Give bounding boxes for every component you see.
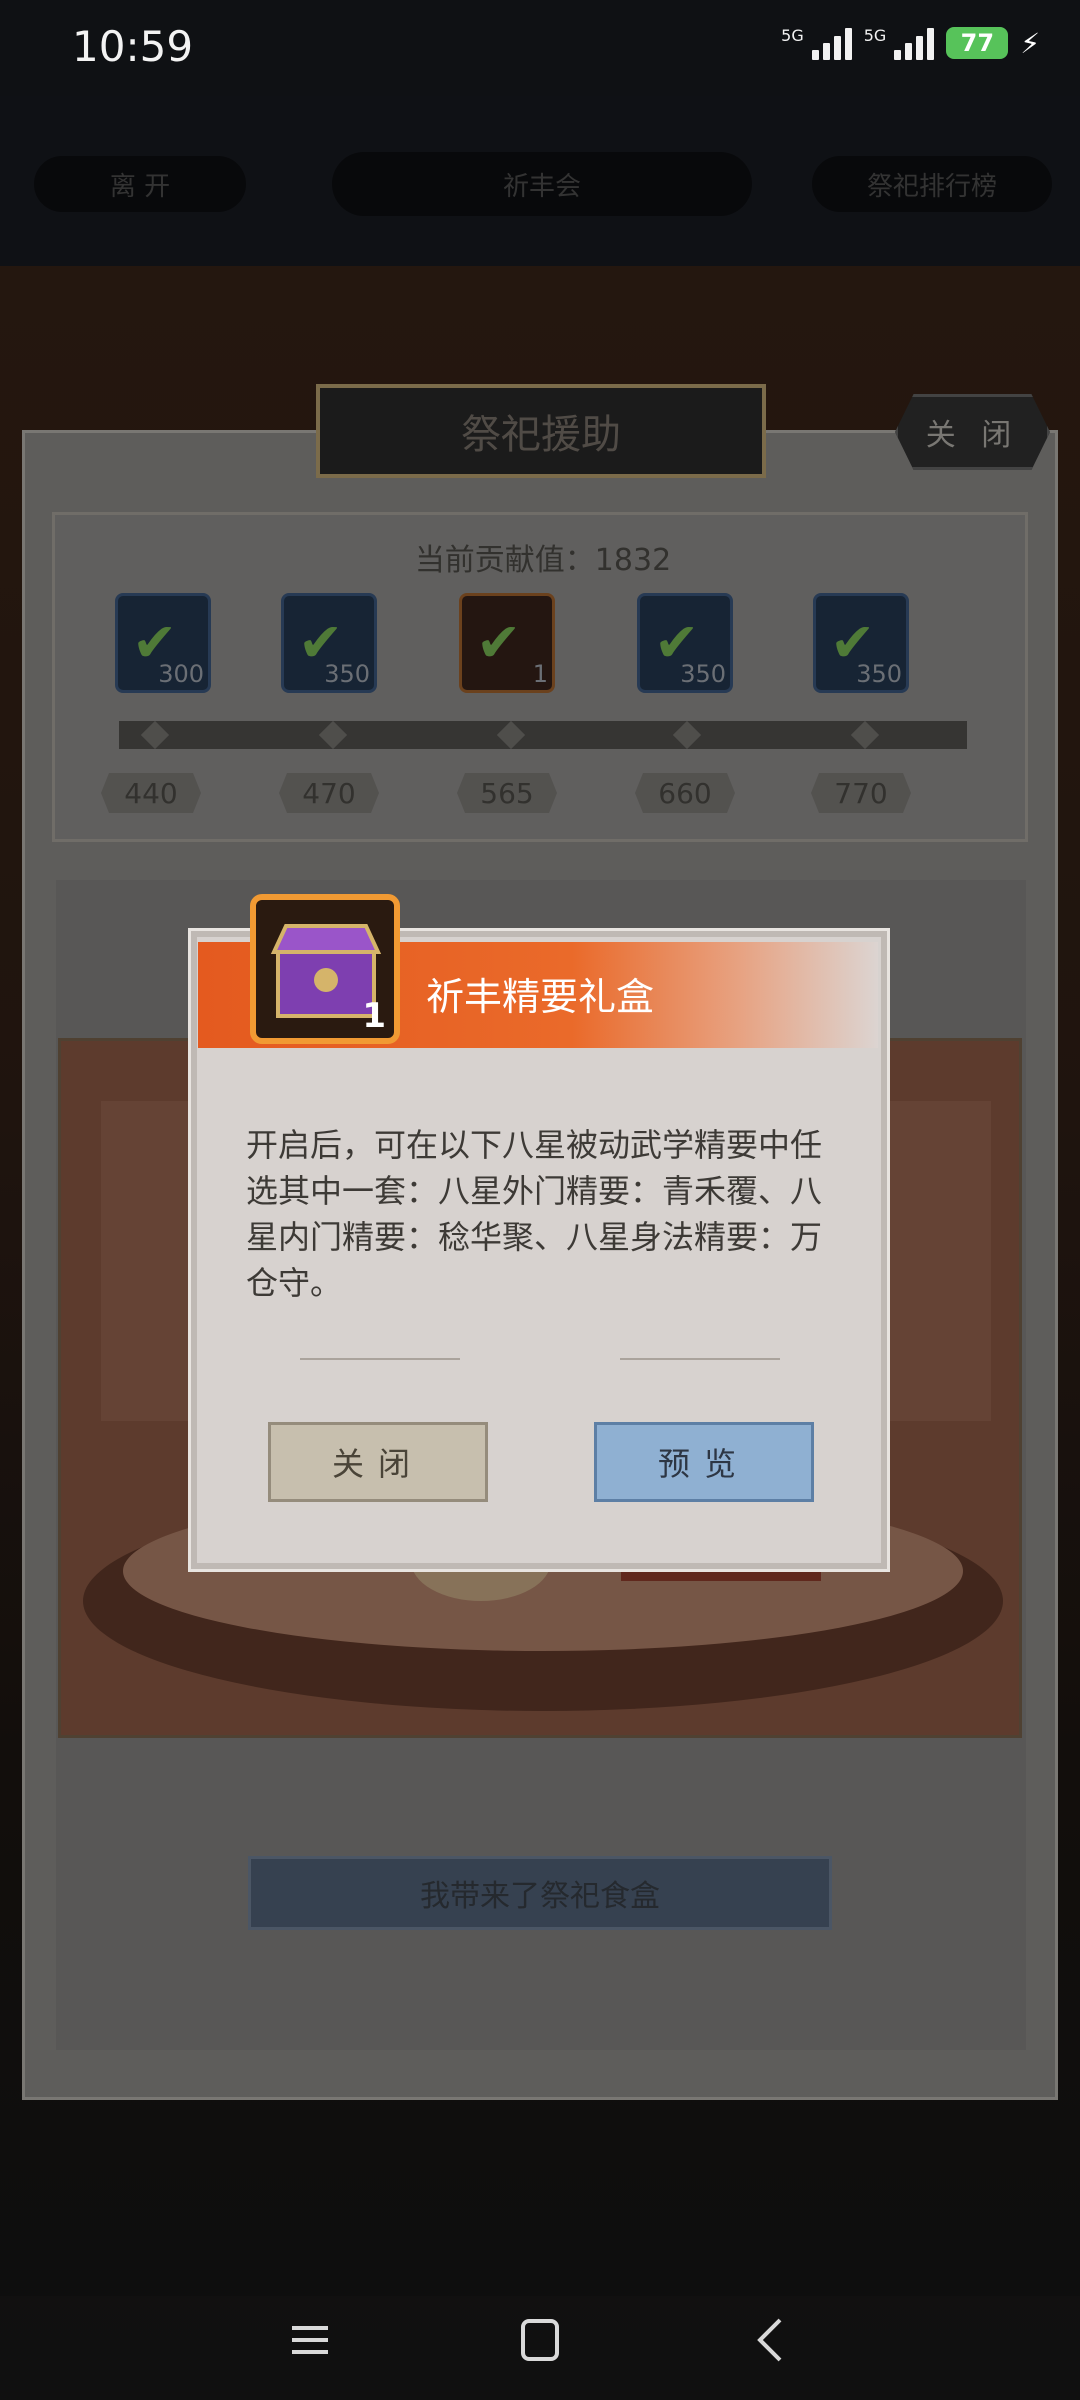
preview-button[interactable]: 预览 — [594, 1422, 814, 1502]
status-bar: 10:59 5G 5G 77 ⚡ — [0, 0, 1080, 96]
home-icon[interactable] — [520, 2318, 560, 2362]
system-nav-bar — [0, 2290, 1080, 2400]
status-icons: 5G 5G 77 ⚡ — [781, 26, 1040, 60]
clock: 10:59 — [72, 22, 194, 71]
gift-box-icon: 1 — [250, 894, 400, 1044]
charging-icon: ⚡ — [1020, 26, 1040, 60]
signal-icon: 5G — [781, 26, 852, 60]
menu-icon[interactable] — [290, 2320, 330, 2360]
battery-icon: 77 — [946, 27, 1009, 59]
network-type-label: 5G — [863, 26, 887, 45]
dialog-title: 祈丰精要礼盒 — [426, 975, 655, 1019]
divider — [620, 1358, 780, 1360]
battery-level: 77 — [960, 29, 995, 57]
dialog-description: 开启后，可在以下八星被动武学精要中任选其中一套：八星外门精要：青禾覆、八星内门精… — [246, 1126, 823, 1302]
network-type-label: 5G — [781, 26, 804, 45]
signal-icon: 5G — [864, 26, 935, 60]
close-button[interactable]: 关闭 — [268, 1422, 488, 1502]
item-count: 1 — [362, 996, 386, 1036]
back-icon[interactable] — [752, 2316, 788, 2364]
divider — [300, 1358, 460, 1360]
